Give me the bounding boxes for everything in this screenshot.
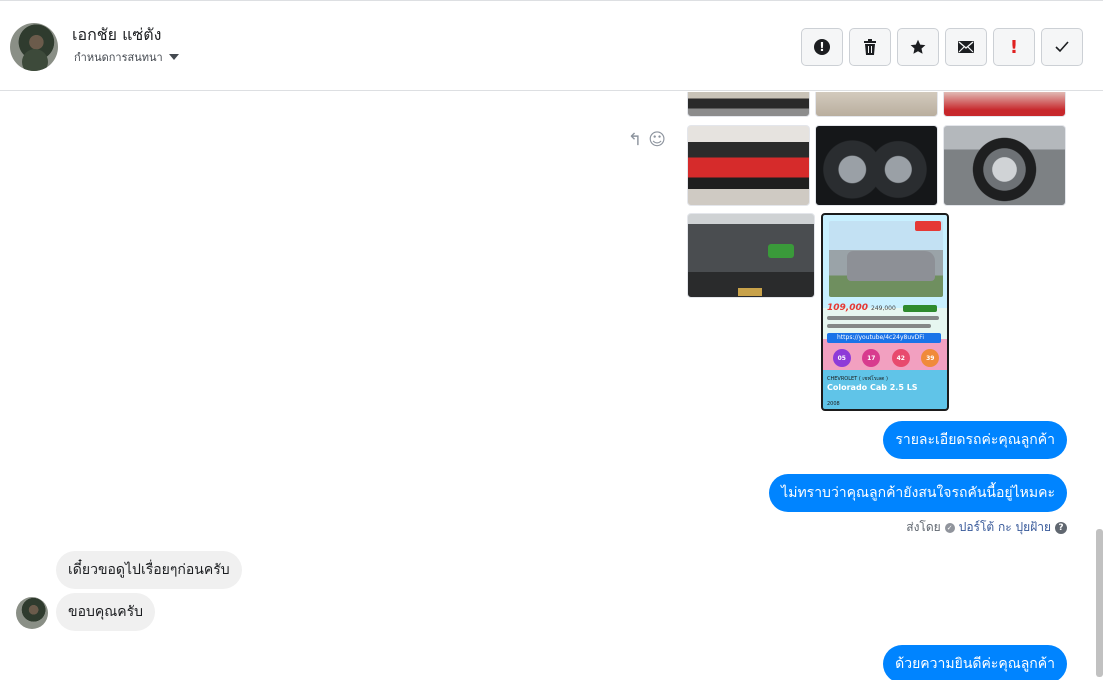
check-circle-icon: ✓ bbox=[944, 522, 955, 533]
conversation-toolbar: ! ! bbox=[801, 28, 1083, 66]
outgoing-message[interactable]: รายละเอียดรถค่ะคุณลูกค้า bbox=[883, 421, 1067, 459]
car-photo-dashboard[interactable] bbox=[815, 125, 938, 206]
thread-scrollbar[interactable] bbox=[1096, 529, 1103, 677]
car-ad-poster[interactable]: 109,000 249,000 https://youtube/4c24y8uv… bbox=[821, 213, 949, 411]
assign-conversation-label: กำหนดการสนทนา bbox=[74, 51, 163, 64]
conversation-header: เอกชัย แซ่ตัง กำหนดการสนทนา ! ! bbox=[0, 0, 1103, 91]
caret-down-icon bbox=[168, 54, 179, 60]
sent-by-info: ส่งโดย ✓ ปอร์โต้ กะ ปุยฝ้าย ? bbox=[906, 518, 1067, 537]
poster-car-image bbox=[829, 221, 943, 297]
poster-badges: 05 17 42 39 bbox=[827, 349, 945, 371]
reply-icon[interactable]: ↰ bbox=[628, 130, 642, 150]
car-photo-interior[interactable] bbox=[815, 92, 938, 117]
poster-price: 109,000 bbox=[827, 303, 868, 313]
poster-green-badge bbox=[903, 305, 937, 312]
outgoing-message[interactable]: ด้วยความยินดีค่ะคุณลูกค้า bbox=[883, 645, 1067, 680]
poster-url: https://youtube/4c24y8uvDFi bbox=[827, 333, 941, 343]
outgoing-message[interactable]: ไม่ทราบว่าคุณลูกค้ายังสนใจรถคันนี้อยู่ไห… bbox=[769, 474, 1067, 512]
poster-model: Colorado Cab 2.5 LS bbox=[827, 383, 918, 392]
assign-conversation-dropdown[interactable]: กำหนดการสนทนา bbox=[74, 48, 179, 66]
poster-badge: 42 bbox=[891, 349, 910, 367]
incoming-message[interactable]: เดี๋ยวขอดูไปเรื่อยๆก่อนครับ bbox=[56, 551, 242, 589]
mark-done-button[interactable] bbox=[1041, 28, 1083, 66]
car-photo-engine[interactable] bbox=[687, 213, 815, 298]
poster-spec: CHEVROLET ( เชฟโรเลต ) bbox=[827, 376, 888, 382]
poster-badge: 39 bbox=[921, 349, 940, 367]
poster-old-price: 249,000 bbox=[871, 305, 896, 312]
contact-avatar-small[interactable] bbox=[16, 597, 48, 629]
message-thread[interactable]: ↰ ☺ 109,000 249,000 https://youtube/4c24… bbox=[0, 92, 1103, 680]
smiley-icon[interactable]: ☺ bbox=[648, 130, 666, 150]
poster-badge: 17 bbox=[862, 349, 881, 367]
car-photo-wheel[interactable] bbox=[943, 125, 1066, 206]
alert-circle-icon: ! bbox=[814, 39, 830, 55]
car-photo-seats[interactable] bbox=[943, 92, 1066, 117]
envelope-icon bbox=[958, 41, 974, 53]
star-button[interactable] bbox=[897, 28, 939, 66]
delete-button[interactable] bbox=[849, 28, 891, 66]
mark-spam-button[interactable]: ! bbox=[801, 28, 843, 66]
car-photo-red-seat[interactable] bbox=[687, 125, 810, 206]
sent-by-prefix: ส่งโดย bbox=[906, 520, 941, 534]
check-icon bbox=[1055, 41, 1069, 53]
trash-icon bbox=[864, 39, 876, 55]
important-button[interactable]: ! bbox=[993, 28, 1035, 66]
car-photo-front[interactable] bbox=[687, 92, 810, 117]
help-icon[interactable]: ? bbox=[1055, 521, 1067, 534]
sent-by-agent-link[interactable]: ปอร์โต้ กะ ปุยฝ้าย bbox=[959, 518, 1051, 537]
important-label: ! bbox=[1009, 36, 1019, 58]
message-actions: ↰ ☺ bbox=[628, 130, 666, 150]
poster-footer: 2008 bbox=[827, 401, 840, 407]
mark-unread-button[interactable] bbox=[945, 28, 987, 66]
poster-badge: 05 bbox=[832, 349, 851, 367]
contact-name[interactable]: เอกชัย แซ่ตัง bbox=[72, 23, 161, 48]
contact-avatar[interactable] bbox=[10, 23, 58, 71]
poster-tag bbox=[915, 221, 941, 231]
incoming-message[interactable]: ขอบคุณครับ bbox=[56, 593, 155, 631]
star-icon bbox=[910, 39, 926, 54]
